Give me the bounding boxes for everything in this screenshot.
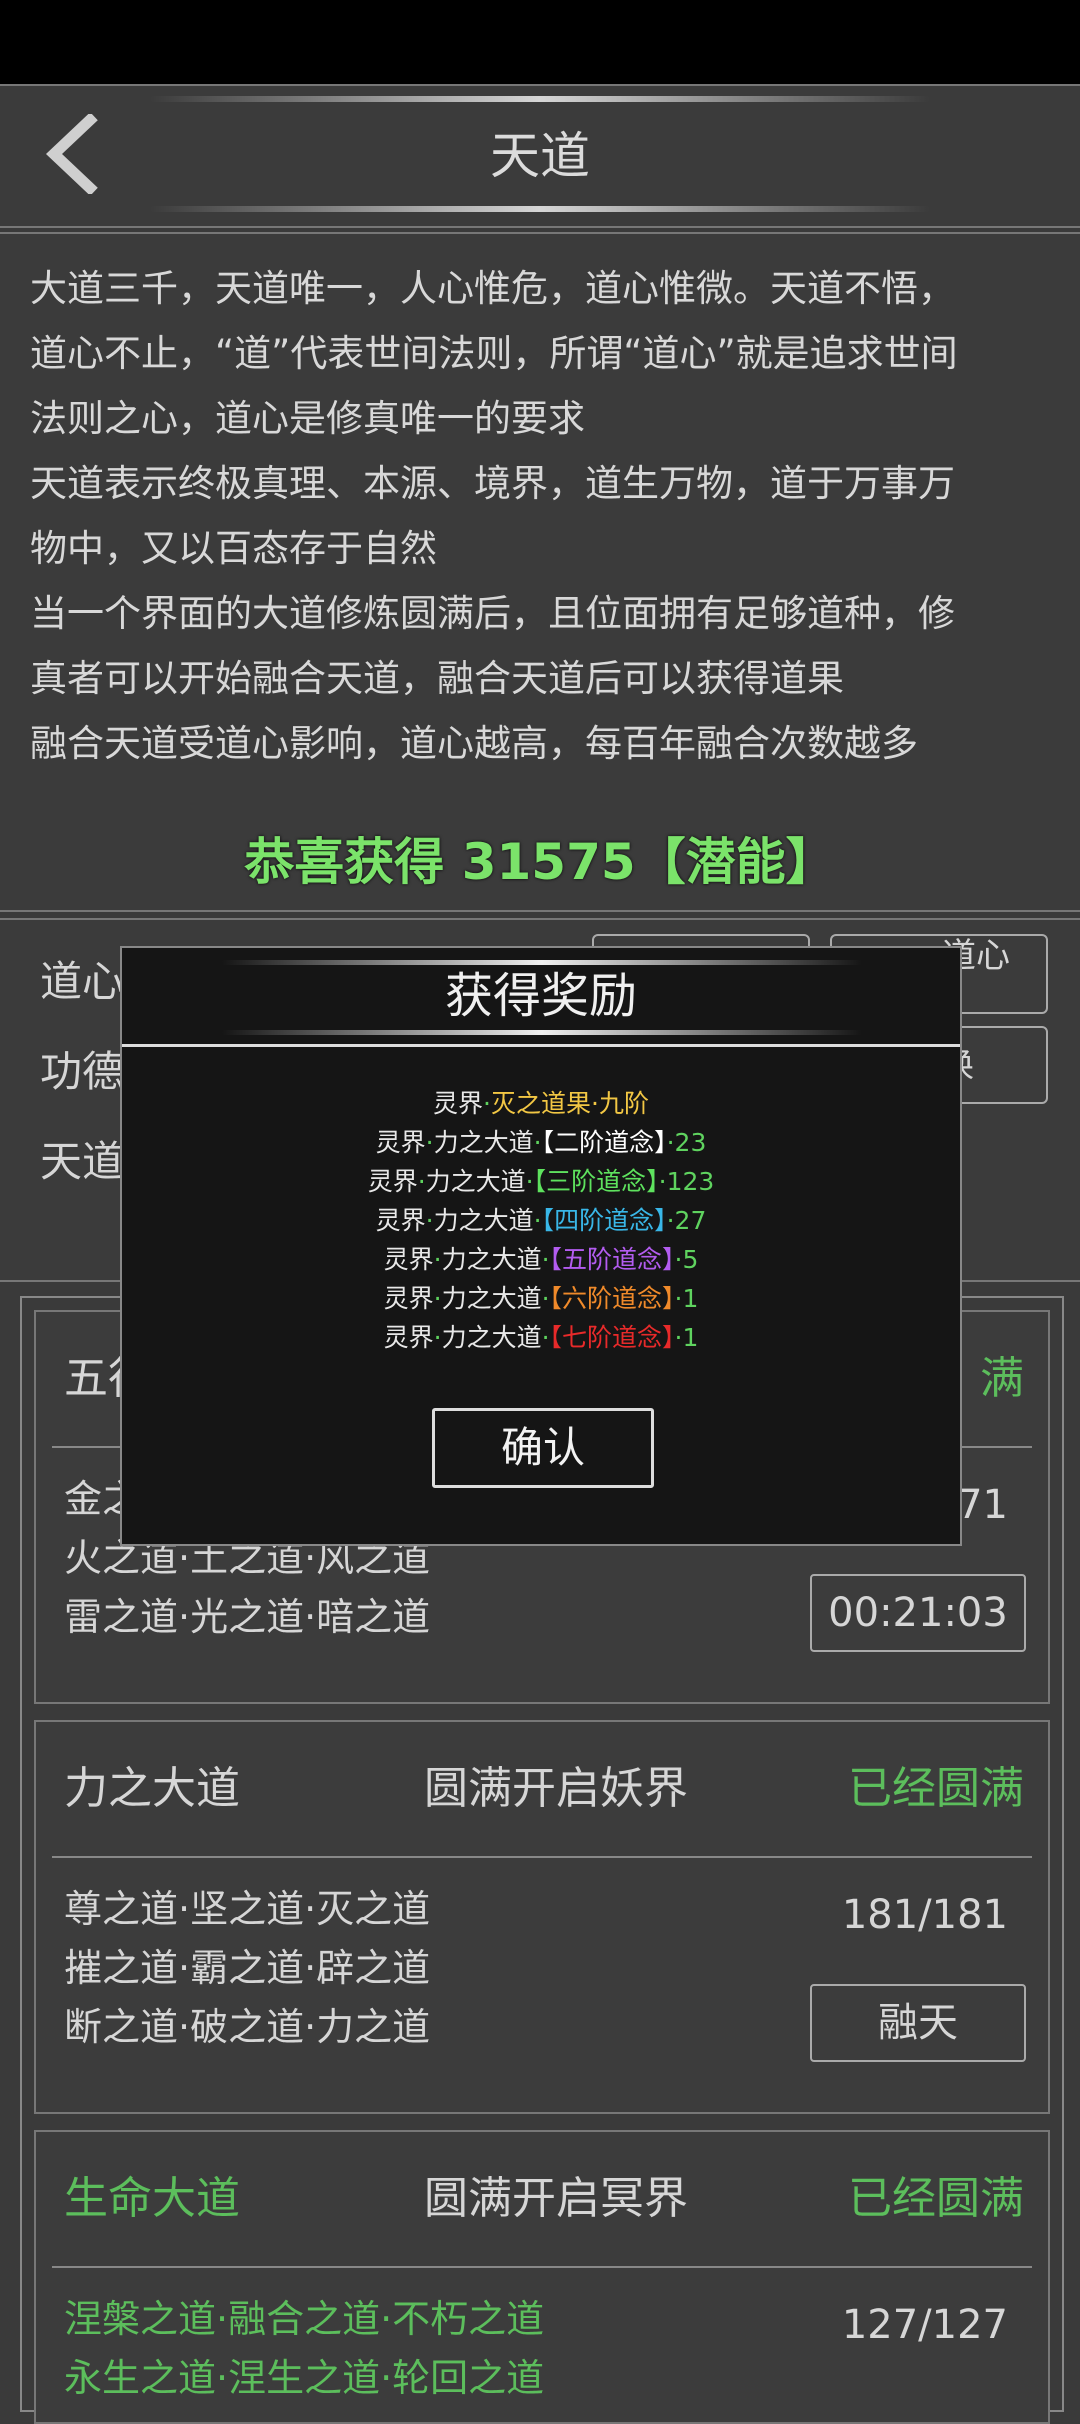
reward-qty: ·23 [666,1128,707,1157]
reward-realm: 灵界 [367,1167,418,1196]
reward-way: 力之大道 [425,1167,526,1196]
reward-row: 灵界·力之大道·【二阶道念】·23 [122,1123,960,1159]
card-divider [52,2266,1032,2268]
intro-line: 天道表示终极真理、本源、境界，道生万物，道于万事万 [30,462,955,505]
reward-separator: · [533,1128,542,1157]
card-name: 力之大道 [64,1763,240,1814]
card-ways: 涅槃之道·融合之道·不朽之道 永生之道·涅生之道·轮回之道 [64,2290,544,2408]
intro-line: 道心不止，“道”代表世间法则，所谓“道心”就是追求世间 [30,332,958,375]
reward-separator: · [483,1089,491,1118]
reward-separator: · [541,1323,550,1352]
page-title: 天道 [490,127,590,185]
reward-item: 【六阶道念】 [549,1284,675,1313]
card-status: 已经圆满 [848,1763,1024,1814]
modal-header: 获得奖励 [122,948,960,1047]
reward-item: 灭之道果·九阶 [491,1089,649,1118]
reward-separator: · [541,1245,550,1274]
card-header: 生命大道 圆满开启冥界 已经圆满 [64,2132,1024,2266]
reward-qty: ·1 [674,1284,699,1313]
ways-line: 雷之道·光之道·暗之道 [64,1595,431,1639]
reward-row: 灵界·力之大道·【三阶道念】·123 [122,1162,960,1198]
reward-separator: · [541,1284,550,1313]
reward-row: 灵界·力之大道·【六阶道念】·1 [122,1279,960,1315]
ways-line: 摧之道·霸之道·辟之道 [64,1946,431,1990]
reward-way: 力之大道 [441,1245,542,1274]
intro-line: 真者可以开始融合天道，融合天道后可以获得道果 [30,657,844,700]
reward-realm: 灵界 [375,1128,426,1157]
ways-line: 涅槃之道·融合之道·不朽之道 [64,2297,545,2341]
reward-separator: · [525,1167,534,1196]
reward-separator: · [433,1284,442,1313]
confirm-button[interactable]: 确认 [432,1408,654,1488]
reward-item: 【四阶道念】 [541,1206,667,1235]
dao-card: 生命大道 圆满开启冥界 已经圆满 涅槃之道·融合之道·不朽之道 永生之道·涅生之… [34,2130,1050,2424]
reward-row: 灵界·力之大道·【五阶道念】·5 [122,1240,960,1276]
ways-line: 尊之道·坚之道·灭之道 [64,1887,431,1931]
reward-realm: 灵界 [383,1323,434,1352]
ways-line: 永生之道·涅生之道·轮回之道 [64,2356,545,2400]
gongde-label: 功德 [40,1047,125,1096]
reward-item: 【五阶道念】 [549,1245,675,1274]
reward-way: 力之大道 [433,1128,534,1157]
reward-separator: · [433,1245,442,1274]
card-ways: 尊之道·坚之道·灭之道 摧之道·霸之道·辟之道 断之道·破之道·力之道 [64,1880,430,2057]
tiandao-label: 天道 [40,1137,125,1186]
reward-separator: · [533,1206,542,1235]
reward-realm: 灵界 [375,1206,426,1235]
reward-way: 力之大道 [441,1284,542,1313]
reward-realm: 灵界 [433,1089,484,1118]
intro-line: 当一个界面的大道修炼圆满后，且位面拥有足够道种，修 [30,592,955,635]
reward-qty: ·1 [674,1323,699,1352]
card-open-realm: 圆满开启妖界 [424,1763,688,1814]
reward-separator: · [425,1206,434,1235]
congrats-toast: 恭喜获得 31575【潜能】 [244,833,836,891]
reward-item: 【三阶道念】 [533,1167,659,1196]
reward-row: 灵界·力之大道·【七阶道念】·1 [122,1318,960,1354]
dao-card: 力之大道 圆满开启妖界 已经圆满 尊之道·坚之道·灭之道 摧之道·霸之道·辟之道… [34,1720,1050,2114]
reward-modal: 获得奖励 灵界·灭之道果·九阶 灵界·力之大道·【二阶道念】·23 灵界·力之大道·… [120,946,962,1546]
reward-separator: · [433,1323,442,1352]
reward-separator: · [417,1167,426,1196]
reward-row: 灵界·力之大道·【四阶道念】·27 [122,1201,960,1237]
reward-separator: · [425,1128,434,1157]
intro-line: 大道三千，天道唯一，人心惟危，道心惟微。天道不悟， [30,267,955,310]
reward-qty: ·27 [666,1206,707,1235]
reward-item: 【二阶道念】 [541,1128,667,1157]
status-bar [0,0,1080,84]
daoxin-label: 道心 [40,957,125,1006]
card-open-realm: 圆满开启冥界 [424,2173,688,2224]
card-count: 181/181 [841,1892,1008,1938]
ways-line: 断之道·破之道·力之道 [64,2005,431,2049]
card-status: 已经圆满 [848,2173,1024,2224]
timer-button[interactable]: 00:21:03 [810,1574,1026,1652]
intro-line: 法则之心，道心是修真唯一的要求 [30,397,585,440]
intro-panel: 大道三千，天道唯一，人心惟危，道心惟微。天道不悟， 道心不止，“道”代表世间法则… [0,232,1080,912]
header-glow-bottom [150,206,930,212]
card-header: 力之大道 圆满开启妖界 已经圆满 [64,1722,1024,1856]
reward-item: 【七阶道念】 [549,1323,675,1352]
reward-realm: 灵界 [383,1245,434,1274]
modal-glow-bottom [222,1030,862,1035]
card-divider [52,1856,1032,1858]
reward-qty: ·5 [674,1245,699,1274]
card-count: 127/127 [841,2302,1008,2348]
reward-row: 灵界·灭之道果·九阶 [122,1084,960,1120]
intro-line: 融合天道受道心影响，道心越高，每百年融合次数越多 [30,722,918,765]
reward-qty: ·123 [658,1167,715,1196]
reward-way: 力之大道 [441,1323,542,1352]
reward-realm: 灵界 [383,1284,434,1313]
reward-way: 力之大道 [433,1206,534,1235]
rongtian-button[interactable]: 融天 [810,1984,1026,2062]
card-name: 生命大道 [64,2173,240,2224]
card-status: 满 [980,1353,1024,1404]
top-bar: 天道 [0,84,1080,228]
intro-line: 物中，又以百态存于自然 [30,527,437,570]
